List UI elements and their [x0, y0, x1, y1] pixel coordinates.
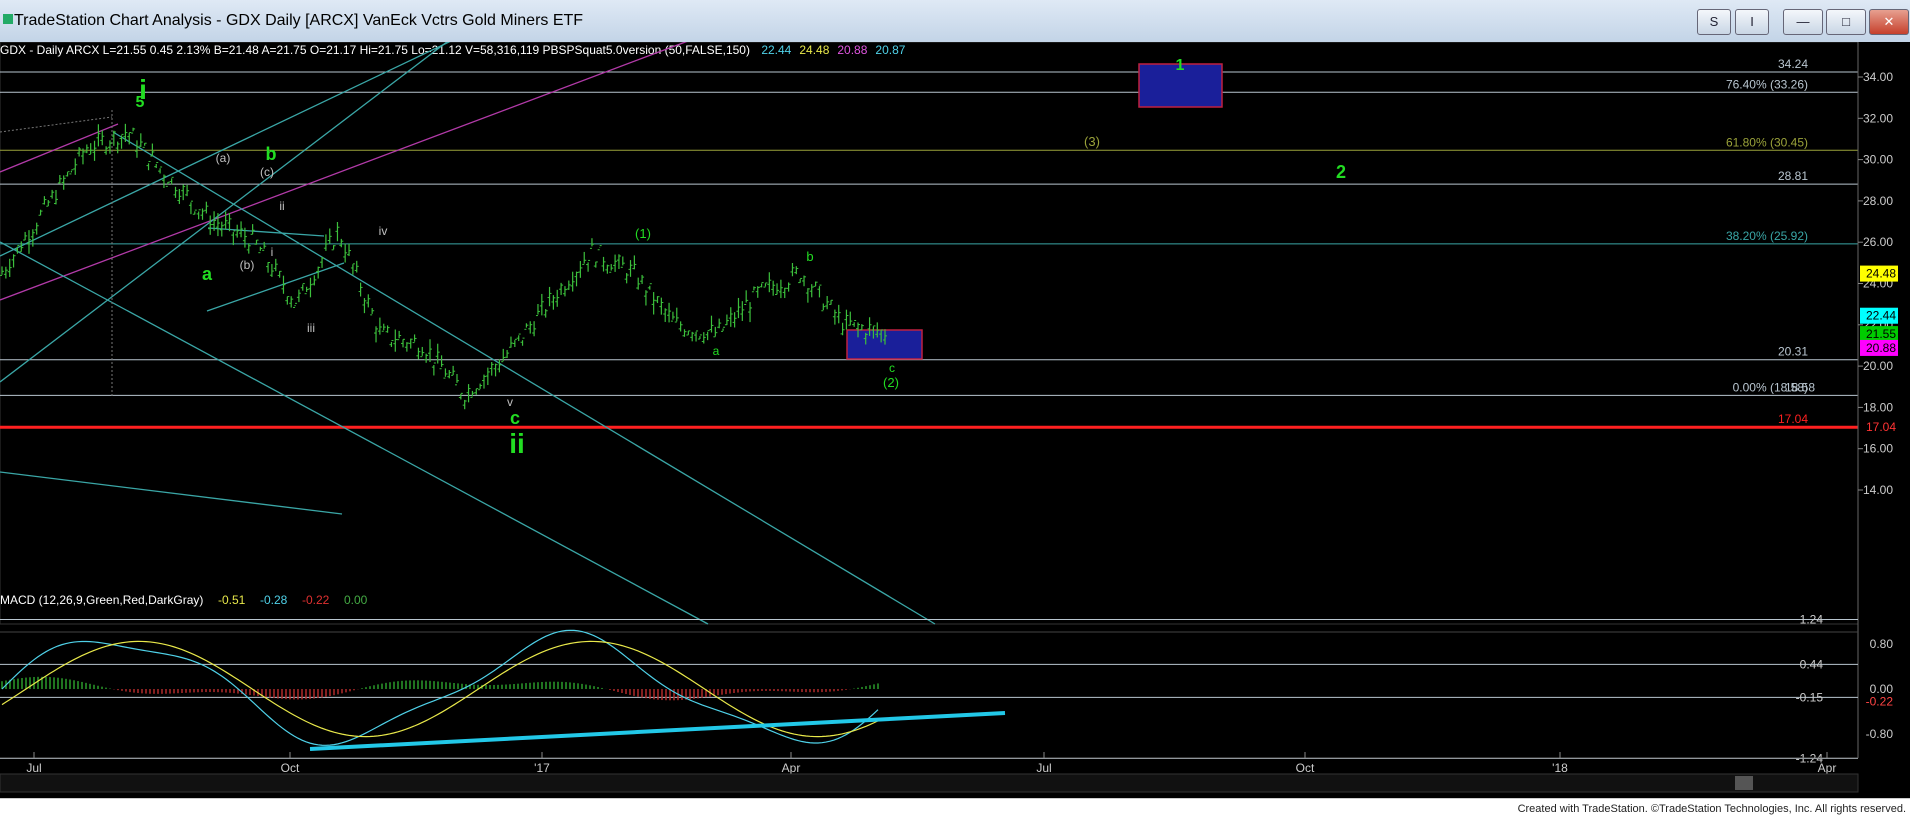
wave-label: (a): [216, 151, 231, 165]
horizontal-levels: 34.24 76.40% (33.26) 61.80% (30.45) 28.81 38…: [0, 57, 1858, 429]
wave-label: (1): [635, 226, 651, 241]
maximize-button[interactable]: □: [1826, 9, 1866, 35]
time-tick-label: '18: [1552, 761, 1568, 775]
wave-label: ii: [279, 199, 284, 213]
level-label: 61.80% (30.45): [1726, 135, 1808, 149]
dotted-connector-line: [0, 116, 113, 133]
upper-channel-line: [0, 123, 119, 173]
wave-label: iii: [307, 321, 315, 335]
level-label: 28.81: [1778, 169, 1808, 183]
header-prefix: GDX - Daily ARCX L=21.55 0.45 2.13% B=21…: [0, 43, 750, 57]
wave-label: i: [271, 245, 274, 259]
time-axis: Jul Oct '17 Apr Jul Oct '18 Apr: [26, 752, 1836, 775]
macd-header: MACD (12,26,9,Green,Red,DarkGray): [0, 593, 203, 607]
time-tick-label: Apr: [1818, 761, 1837, 775]
chart-area[interactable]: GDX - Daily ARCX L=21.55 0.45 2.13% B=21…: [0, 31, 1910, 798]
price-tick-label: 18.00: [1863, 400, 1893, 414]
wave-label: ii: [509, 428, 525, 459]
macd-pane: 1.240.800.440.00-0.15 -0.22-0.80-1.24: [0, 613, 1898, 765]
macd-value: -0.51: [218, 593, 246, 607]
price-tick-label: 28.00: [1863, 194, 1893, 208]
time-tick-label: Oct: [281, 761, 300, 775]
macd-tick-label: 0.44: [1800, 657, 1824, 671]
level-label: 17.04: [1778, 412, 1808, 426]
downtrend-line-upper: [112, 131, 936, 625]
wave-label: c: [889, 361, 895, 375]
macd-tick-label: 0.80: [1870, 637, 1894, 651]
macd-support-trendline[interactable]: [309, 711, 1006, 751]
macd-tick-label: 1.24: [1800, 613, 1824, 627]
level-label: 76.40% (33.26): [1726, 77, 1808, 91]
macd-value: 0.00: [344, 593, 368, 607]
price-tick-label: 34.00: [1863, 70, 1893, 84]
time-tick-label: Jul: [26, 761, 41, 775]
price-chart[interactable]: GDX - Daily ARCX L=21.55 0.45 2.13% B=21…: [0, 31, 1910, 798]
price-tick-label: 30.00: [1863, 153, 1893, 167]
magenta-channel-line: [0, 31, 713, 301]
time-tick-label: '17: [534, 761, 550, 775]
scrollbar-thumb[interactable]: [1735, 776, 1753, 790]
window-title: TradeStation Chart Analysis - GDX Daily …: [14, 12, 584, 29]
price-tick-label: 32.00: [1863, 111, 1893, 125]
copyright-text: Created with TradeStation. ©TradeStation…: [1517, 803, 1906, 815]
wave-label: 2: [1336, 162, 1346, 182]
minimize-button[interactable]: —: [1783, 9, 1823, 35]
window-titlebar: TradeStation Chart Analysis - GDX Daily …: [0, 0, 1910, 43]
wave-label: iv: [379, 224, 388, 238]
macd-tick-label: -0.80: [1866, 727, 1894, 741]
header-value: 20.88: [837, 43, 867, 57]
price-pane-frame: [0, 41, 1859, 625]
macd-tick-label: -0.22: [1866, 694, 1894, 708]
macd-values: -0.51 -0.28 -0.22 0.00: [218, 593, 368, 607]
old-support-line: [0, 471, 343, 515]
wave-labels: i5b(a)(c)iii(b)aiviiivcii(1)abc(2)(3)12: [136, 57, 1346, 459]
s-menu-button[interactable]: S: [1697, 9, 1731, 35]
header-value: 22.44: [761, 43, 791, 57]
wave-label: b: [266, 144, 277, 164]
price-badge-label: 21.55: [1866, 327, 1896, 341]
price-badge-label: 22.44: [1866, 309, 1896, 323]
symbol-header: GDX - Daily ARCX L=21.55 0.45 2.13% B=21…: [0, 43, 906, 57]
price-tick-label: 26.00: [1863, 235, 1893, 249]
price-badge-label: 24.48: [1866, 267, 1896, 281]
wave-label: v: [507, 395, 513, 409]
wave-label: c: [510, 408, 520, 428]
tradestation-app-icon: [3, 14, 13, 24]
time-tick-label: Apr: [782, 761, 801, 775]
price-tick-label: 14.00: [1863, 483, 1893, 497]
macd-value: -0.22: [302, 593, 330, 607]
wave-label: a: [202, 264, 213, 284]
level-label: 20.31: [1778, 345, 1808, 359]
wave-label: (3): [1084, 134, 1100, 149]
trend-lines[interactable]: [0, 31, 936, 625]
price-badge-label: 17.04: [1866, 420, 1896, 434]
level-label: 34.24: [1778, 57, 1808, 71]
price-badge-label: 20.88: [1866, 341, 1896, 355]
close-button[interactable]: ✕: [1869, 9, 1909, 35]
price-tick-label: 16.00: [1863, 442, 1893, 456]
time-tick-label: Jul: [1036, 761, 1051, 775]
wave-label: (b): [240, 258, 255, 272]
downtrend-line-lower: [0, 241, 709, 625]
header-value: 20.87: [875, 43, 905, 57]
macd-value: -0.28: [260, 593, 288, 607]
wave-label: (c): [260, 165, 274, 179]
cyan-channel-lower: [0, 31, 461, 383]
level-label: 18.58: [1785, 380, 1815, 394]
price-bars: [0, 123, 887, 410]
wave-label: 5: [136, 94, 145, 111]
header-value: 24.48: [799, 43, 829, 57]
wave-label: (2): [883, 375, 899, 390]
level-label: 38.20% (25.92): [1726, 229, 1808, 243]
wave-label: b: [806, 249, 813, 264]
wave-label: 1: [1176, 57, 1185, 74]
i-menu-button[interactable]: I: [1735, 9, 1769, 35]
time-tick-label: Oct: [1296, 761, 1315, 775]
price-tick-label: 20.00: [1863, 359, 1893, 373]
horizontal-scrollbar[interactable]: [0, 773, 1859, 793]
footer: Created with TradeStation. ©TradeStation…: [0, 798, 1910, 819]
wave-label: a: [713, 344, 720, 358]
macd-label: MACD (12,26,9,Green,Red,DarkGray): [0, 593, 203, 607]
macd-tick-label: -0.15: [1796, 690, 1824, 704]
